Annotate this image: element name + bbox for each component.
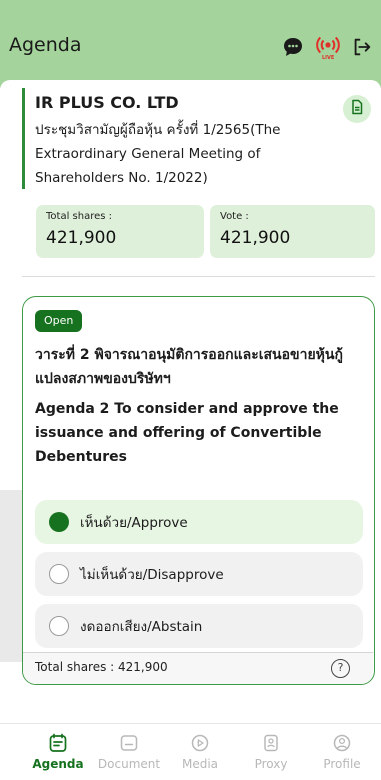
profile-icon — [331, 732, 353, 754]
accent-bar — [22, 88, 25, 189]
document-button[interactable] — [343, 95, 371, 123]
live-badge: LIVE — [322, 55, 335, 61]
document-icon — [118, 732, 140, 754]
vote-box: Vote : 421,900 — [210, 205, 375, 258]
radio-unselected[interactable] — [49, 564, 69, 584]
total-shares-label: Total shares : — [46, 211, 113, 222]
agenda-title-thai: วาระที่ 2 พิจารณาอนุมัติการออกและเสนอขาย… — [35, 347, 343, 387]
nav-label: Agenda — [32, 757, 84, 771]
option-disapprove[interactable]: ไม่เห็นด้วย/Disapprove — [35, 552, 363, 596]
logout-icon[interactable] — [350, 35, 374, 59]
nav-label: Document — [97, 757, 161, 771]
company-name: IR PLUS CO. LTD — [35, 93, 179, 112]
meeting-title: ประชุมวิสามัญผู้ถือหุ้น ครั้งที่ 1/2565(… — [35, 122, 281, 186]
option-approve[interactable]: เห็นด้วย/Approve — [35, 500, 363, 544]
agenda-icon — [47, 732, 69, 754]
option-label: ไม่เห็นด้วย/Disapprove — [80, 567, 224, 583]
agenda-card: Open วาระที่ 2 พิจารณาอนุมัติการออกและเส… — [22, 296, 375, 685]
nav-label: Media — [181, 757, 219, 771]
nav-item-document[interactable]: Document — [91, 732, 167, 771]
bottom-navigation: Agenda Document Media Proxy Profile — [0, 723, 381, 780]
vote-label: Vote : — [220, 211, 249, 222]
option-abstain[interactable]: งดออกเสียง/Abstain — [35, 604, 363, 648]
help-icon[interactable]: ? — [331, 659, 350, 678]
card-footer: Total shares : 421,900 ? — [23, 653, 373, 684]
option-label: งดออกเสียง/Abstain — [80, 619, 203, 635]
nav-label: Profile — [323, 757, 361, 771]
footer-total-shares: Total shares : 421,900 — [35, 660, 168, 674]
agenda-title-english: Agenda 2 To consider and approve the iss… — [35, 401, 339, 465]
document-icon — [349, 99, 365, 119]
chat-bubble-icon[interactable] — [281, 35, 305, 59]
option-label: เห็นด้วย/Approve — [80, 515, 188, 531]
page-title: Agenda — [9, 34, 82, 56]
proxy-icon — [260, 732, 282, 754]
nav-item-proxy[interactable]: Proxy — [233, 732, 309, 771]
section-divider — [22, 276, 375, 277]
radio-selected[interactable] — [49, 512, 69, 532]
total-shares-box: Total shares : 421,900 — [36, 205, 204, 258]
nav-label: Proxy — [254, 757, 288, 771]
radio-unselected[interactable] — [49, 616, 69, 636]
vote-value: 421,900 — [220, 228, 291, 248]
total-shares-value: 421,900 — [46, 228, 117, 248]
side-shade — [0, 490, 22, 662]
nav-item-profile[interactable]: Profile — [304, 732, 380, 771]
app-header: Agenda LIVE — [0, 0, 381, 88]
play-icon — [189, 732, 211, 754]
nav-item-agenda[interactable]: Agenda — [20, 732, 96, 771]
status-badge: Open — [35, 310, 83, 332]
nav-item-media[interactable]: Media — [162, 732, 238, 771]
